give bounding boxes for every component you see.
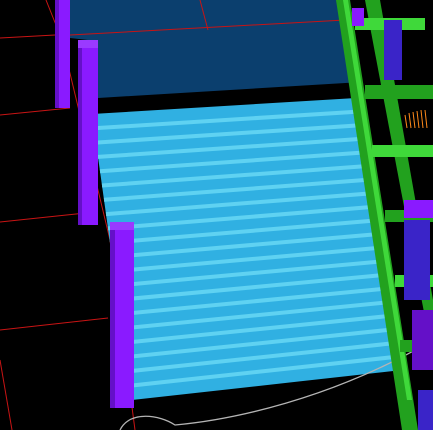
- ladder-block: [404, 220, 430, 300]
- purple-post-1[interactable]: [55, 0, 70, 108]
- ladder-block: [384, 20, 402, 80]
- purple-post-3[interactable]: [110, 222, 134, 408]
- ladder-block: [352, 8, 364, 26]
- ladder-rung: [372, 145, 433, 157]
- 3d-viewport[interactable]: [0, 0, 433, 430]
- purple-post-2[interactable]: [78, 40, 98, 225]
- dark-back-panel[interactable]: [70, 0, 362, 98]
- ladder-rung: [365, 85, 433, 99]
- ladder-block: [418, 390, 433, 430]
- ladder-block: [412, 310, 433, 370]
- ladder-block: [404, 200, 433, 218]
